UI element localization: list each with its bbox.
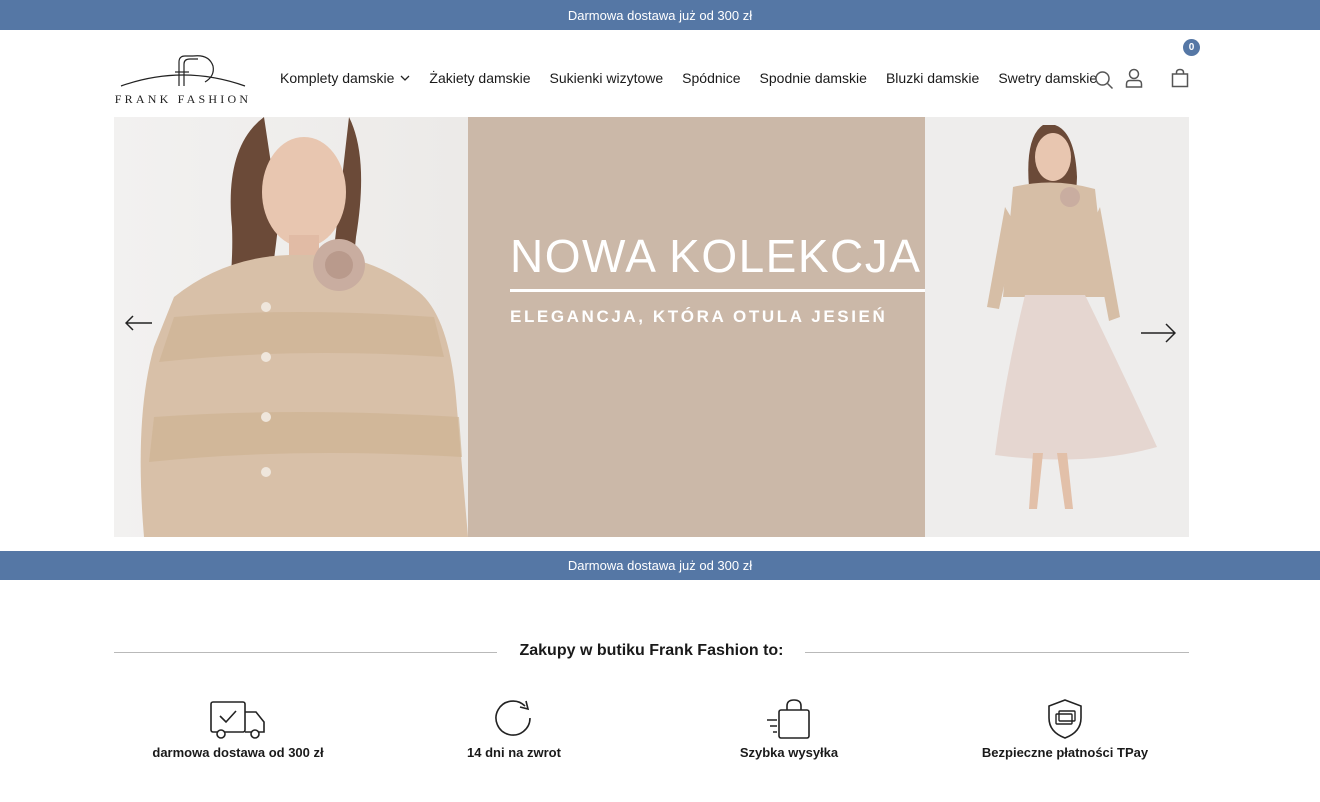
benefit-label: 14 dni na zwrot [467,745,561,760]
hero-divider [510,289,925,292]
benefit-item-shipping: Szybka wysyłka [659,694,919,760]
nav-item-label: Żakiety damskie [429,70,531,86]
announcement-text: Darmowa dostawa już od 300 zł [567,558,753,573]
model-jacket-closeup-image [140,117,468,537]
benefit-label: darmowa dostawa od 300 zł [152,745,324,760]
benefits-title: Zakupy w butiku Frank Fashion to: [519,642,784,659]
nav-item-label: Spodnie damskie [759,70,867,86]
benefit-item-return: 14 dni na zwrot [384,694,644,760]
nav-item-label: Sukienki wizytowe [549,70,664,86]
cart-count-badge[interactable]: 0 [1183,39,1200,56]
hero-title: NOWA KOLEKCJA [510,230,922,282]
account-icon[interactable] [1125,68,1147,90]
search-icon[interactable] [1094,70,1116,92]
nav-item-sukienki[interactable]: Sukienki wizytowe [550,70,664,86]
logo-mark-icon [120,55,246,87]
nav-item-spodnice[interactable]: Spódnice [682,70,740,86]
next-slide-arrow-icon[interactable] [1140,323,1177,348]
benefit-label: Szybka wysyłka [739,745,839,760]
benefit-label: Bezpieczne płatności TPay [981,745,1149,760]
return-icon [384,694,644,740]
site-header: FRANK FASHION Komplety damskie Żakiety d… [0,30,1320,117]
nav-item-label: Komplety damskie [280,70,395,86]
secure-payment-shield-icon [935,694,1195,740]
header-icons [1094,68,1204,90]
logo-text: FRANK FASHION [114,92,252,106]
benefits-header: Zakupy w butiku Frank Fashion to: [114,640,1189,664]
prev-slide-arrow-icon[interactable] [124,315,153,336]
nav-item-spodnie[interactable]: Spodnie damskie [760,70,867,86]
cart-icon[interactable] [1171,68,1193,90]
chevron-down-icon [400,75,410,82]
delivery-truck-icon [108,694,368,740]
nav-item-komplety[interactable]: Komplety damskie [280,70,410,86]
nav-item-bluzki[interactable]: Bluzki damskie [886,70,979,86]
announcement-bar-bottom: Darmowa dostawa już od 300 zł [0,551,1320,580]
hero-banner[interactable]: NOWA KOLEKCJA ELEGANCJA, KTÓRA OTULA JES… [114,117,1189,537]
benefit-item-delivery: darmowa dostawa od 300 zł [108,694,368,760]
announcement-bar-top: Darmowa dostawa już od 300 zł [0,0,1320,30]
hero-image-left [114,117,468,537]
benefits-list: darmowa dostawa od 300 zł 14 dni na zwro… [114,694,1189,774]
nav-item-swetry[interactable]: Swetry damskie [998,70,1097,86]
benefit-item-payment: Bezpieczne płatności TPay [935,694,1195,760]
main-nav: Komplety damskie Żakiety damskie Sukienk… [280,70,1116,86]
fast-shipping-bag-icon [659,694,919,740]
nav-item-label: Spódnice [682,70,741,86]
nav-item-zakiety[interactable]: Żakiety damskie [429,70,530,86]
hero-subtitle: ELEGANCJA, KTÓRA OTULA JESIEŃ [510,307,888,326]
nav-item-label: Swetry damskie [998,70,1098,86]
hero-text-panel: NOWA KOLEKCJA ELEGANCJA, KTÓRA OTULA JES… [468,117,925,537]
nav-item-label: Bluzki damskie [885,70,980,86]
announcement-text: Darmowa dostawa już od 300 zł [567,7,753,23]
logo[interactable]: FRANK FASHION [113,52,253,108]
